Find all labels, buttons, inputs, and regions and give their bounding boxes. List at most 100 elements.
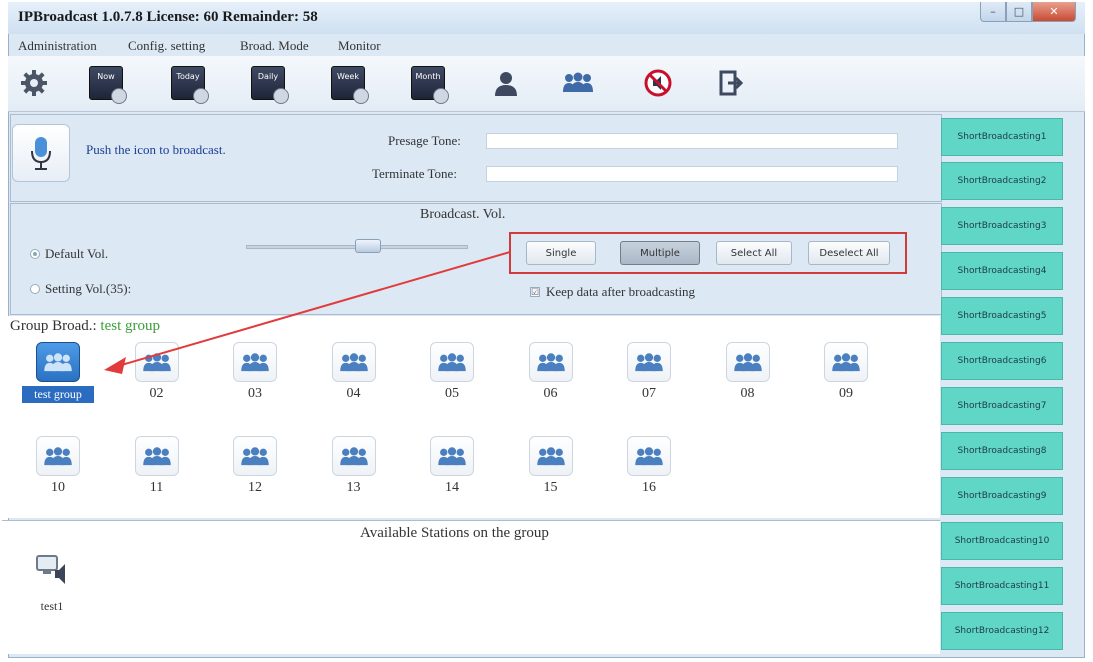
menu-broad-mode[interactable]: Broad. Mode [240, 38, 309, 54]
short-broadcasting-button-6[interactable]: ShortBroadcasting6 [941, 342, 1063, 380]
group-button[interactable] [556, 62, 600, 104]
exit-button[interactable] [710, 62, 754, 104]
short-broadcasting-button-12[interactable]: ShortBroadcasting12 [941, 612, 1063, 650]
group-icon [233, 436, 277, 476]
group-item[interactable]: 11 [129, 436, 185, 500]
group-broad-header: Group Broad.: test group [10, 318, 160, 335]
short-broadcasting-button-9[interactable]: ShortBroadcasting9 [941, 477, 1063, 515]
group-item[interactable]: 06 [523, 342, 579, 406]
weekly-schedule-icon-label: Week [337, 72, 359, 81]
short-broadcasting-button-4[interactable]: ShortBroadcasting4 [941, 252, 1063, 290]
close-button[interactable]: ✕ [1032, 2, 1076, 22]
monthly-schedule-button[interactable]: Month [406, 62, 450, 104]
terminate-tone-label: Terminate Tone: [372, 166, 457, 181]
deselect-all-button[interactable]: Deselect All [808, 241, 890, 265]
group-icon [331, 342, 376, 382]
weekly-schedule-button[interactable]: Week [326, 62, 370, 104]
group-item[interactable]: 07 [621, 342, 677, 406]
microphone-icon [31, 137, 51, 170]
today-schedule-icon-label: Today [176, 72, 200, 81]
keep-data-option[interactable]: ☑ Keep data after broadcasting [530, 284, 695, 300]
group-item-label: test group [22, 386, 94, 403]
group-icon [824, 342, 868, 382]
short-broadcasting-button-1[interactable]: ShortBroadcasting1 [941, 118, 1063, 156]
available-stations-title: Available Stations on the group [360, 525, 549, 541]
group-item[interactable]: 02 [129, 342, 185, 406]
presage-tone-field[interactable] [486, 133, 898, 149]
group-item-label: 06 [543, 386, 558, 401]
broadcast-mic-button[interactable] [12, 124, 70, 182]
maximize-button[interactable]: □ [1006, 2, 1032, 22]
group-item[interactable]: 14 [424, 436, 480, 500]
group-icon [233, 342, 277, 382]
short-broadcasting-button-10[interactable]: ShortBroadcasting10 [941, 522, 1063, 560]
group-icon [36, 436, 80, 476]
group-item-label: 11 [149, 480, 164, 495]
group-icon [134, 436, 179, 476]
keep-data-checkbox[interactable]: ☑ [530, 287, 540, 297]
daily-schedule-icon: Daily [251, 66, 289, 104]
group-icon [36, 342, 80, 382]
multiple-button[interactable]: Multiple [620, 241, 700, 265]
group-item-label: 07 [642, 386, 656, 401]
user-icon [495, 72, 517, 96]
default-volume-option[interactable]: Default Vol. [30, 246, 108, 262]
group-item[interactable]: test group [22, 342, 94, 406]
terminate-tone-field[interactable] [486, 166, 898, 182]
group-item[interactable]: 10 [30, 436, 86, 500]
settings-button[interactable] [12, 62, 56, 104]
volume-slider-thumb[interactable] [355, 239, 381, 253]
short-broadcasting-button-11[interactable]: ShortBroadcasting11 [941, 567, 1063, 605]
group-item[interactable]: 08 [720, 342, 776, 406]
group-item[interactable]: 16 [621, 436, 677, 500]
default-volume-label: Default Vol. [45, 246, 109, 261]
toolbar: Now Today Daily Week Month [8, 56, 1085, 112]
station-speaker-icon [36, 555, 65, 584]
group-item[interactable]: 03 [227, 342, 283, 406]
group-item-label: 04 [346, 386, 361, 401]
settings-gear-icon [21, 70, 47, 96]
group-item[interactable]: 13 [326, 436, 382, 500]
group-item-label: 14 [445, 480, 459, 495]
station-item[interactable]: test1 [34, 552, 70, 614]
today-schedule-button[interactable]: Today [166, 62, 210, 104]
now-schedule-button[interactable]: Now [84, 62, 128, 104]
group-item[interactable]: 12 [227, 436, 283, 500]
group-item-label: 10 [51, 480, 65, 495]
default-volume-radio[interactable] [30, 249, 40, 259]
short-broadcasting-button-3[interactable]: ShortBroadcasting3 [941, 207, 1063, 245]
group-icon [528, 342, 573, 382]
group-item-label: 02 [149, 386, 164, 401]
group-icon [430, 342, 474, 382]
group-item[interactable]: 15 [523, 436, 579, 500]
group-icon [134, 342, 179, 382]
group-icon [528, 436, 573, 476]
minimize-button[interactable]: – [980, 2, 1006, 22]
short-broadcasting-button-7[interactable]: ShortBroadcasting7 [941, 387, 1063, 425]
user-button[interactable] [484, 62, 528, 104]
maximize-icon: □ [1013, 5, 1025, 18]
broadcast-panel [10, 114, 942, 202]
stop-broadcast-button[interactable] [636, 62, 680, 104]
short-broadcasting-button-8[interactable]: ShortBroadcasting8 [941, 432, 1063, 470]
group-item[interactable]: 05 [424, 342, 480, 406]
broadcast-volume-title: Broadcast. Vol. [420, 207, 506, 222]
menu-monitor[interactable]: Monitor [338, 38, 381, 54]
short-broadcasting-button-2[interactable]: ShortBroadcasting2 [941, 162, 1063, 200]
short-broadcasting-button-5[interactable]: ShortBroadcasting5 [941, 297, 1063, 335]
single-button[interactable]: Single [526, 241, 596, 265]
menu-config-setting[interactable]: Config. setting [128, 38, 205, 54]
select-all-button[interactable]: Select All [716, 241, 792, 265]
monthly-schedule-icon: Month [411, 66, 449, 104]
exit-icon [719, 70, 744, 96]
setting-volume-radio[interactable] [30, 284, 40, 294]
menu-administration[interactable]: Administration [18, 38, 97, 54]
setting-volume-option[interactable]: Setting Vol.(35): [30, 281, 131, 297]
daily-schedule-button[interactable]: Daily [246, 62, 290, 104]
minimize-icon: – [990, 5, 996, 18]
group-item[interactable]: 09 [818, 342, 874, 406]
window-title: IPBroadcast 1.0.7.8 License: 60 Remainde… [18, 9, 318, 25]
group-item-label: 09 [839, 386, 853, 401]
group-item[interactable]: 04 [326, 342, 382, 406]
group-icon [627, 436, 671, 476]
